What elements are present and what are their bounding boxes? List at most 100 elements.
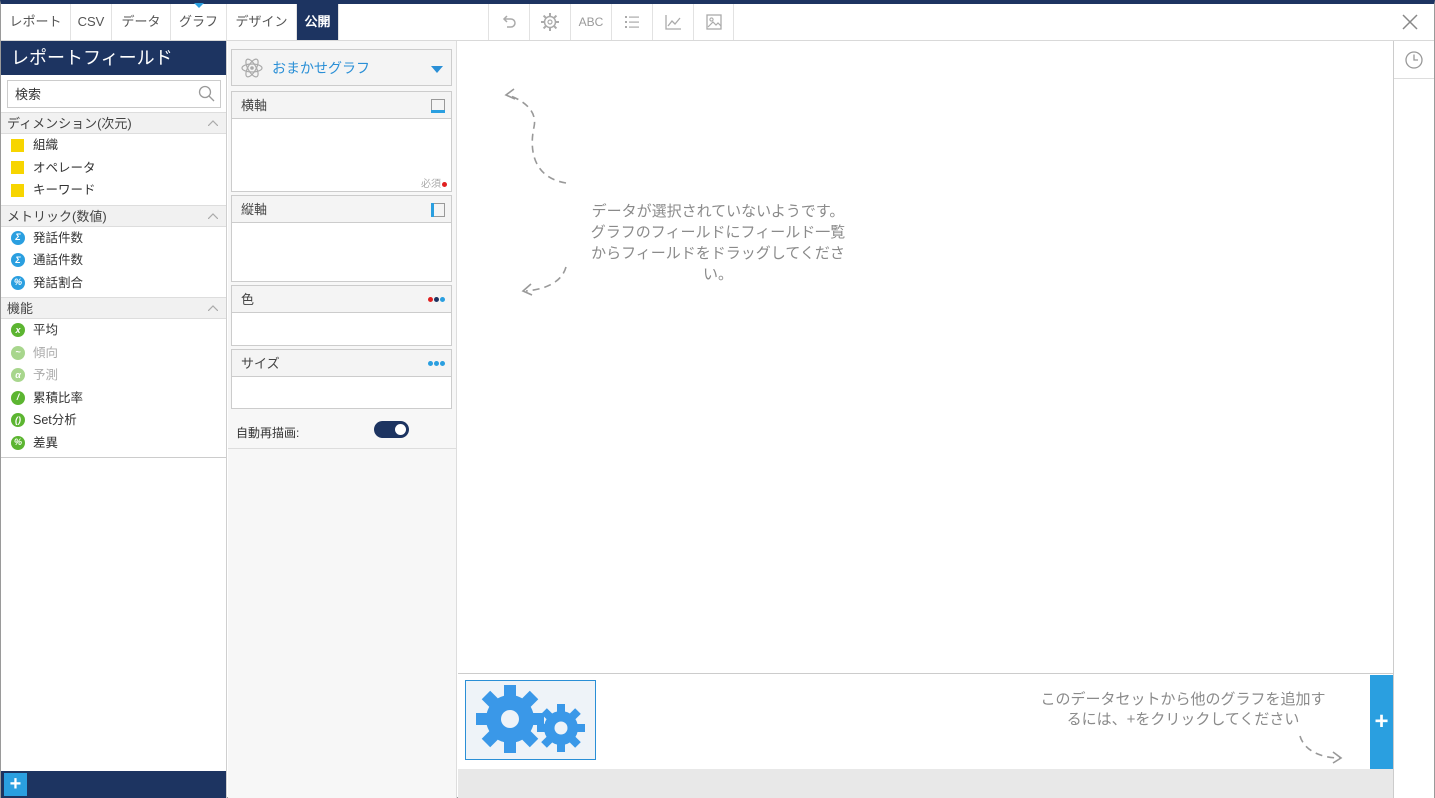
function-item[interactable]: x 平均 — [1, 319, 226, 342]
percent-icon: % — [11, 275, 25, 290]
image-button[interactable] — [693, 4, 734, 40]
undo-button[interactable] — [488, 4, 529, 40]
report-fields-panel: レポートフィールド ディメンション(次元) 組織 オペレータ キーワード メトリ… — [1, 41, 227, 798]
difference-icon: % — [11, 435, 25, 450]
gears-icon — [476, 685, 585, 753]
close-icon[interactable] — [1400, 12, 1420, 32]
field-label: 発話割合 — [33, 275, 84, 290]
tab-report[interactable]: レポート — [1, 4, 71, 40]
shelf-header: 色 — [232, 286, 451, 313]
bottom-scrollbar[interactable] — [458, 769, 1393, 798]
auto-redraw-label: 自動再描画: — [236, 426, 300, 440]
settings-button[interactable] — [529, 4, 570, 40]
empty-message-line: い。 — [702, 266, 733, 283]
gear-icon — [541, 13, 559, 31]
app-window: レポート CSV データ グラフ デザイン 公開 ABC レポートフィールド 検… — [0, 0, 1435, 798]
sum-icon: Σ — [11, 253, 25, 268]
field-label: オペレータ — [33, 160, 96, 175]
shelf-label: 横軸 — [241, 98, 268, 113]
x-axis-shelf[interactable]: 横軸 必須 — [231, 91, 452, 192]
shelf-header: 横軸 — [232, 92, 451, 119]
toggle-knob — [395, 424, 406, 435]
trend-icon: ~ — [11, 345, 25, 360]
add-field-button[interactable]: + — [4, 773, 27, 796]
tab-data[interactable]: データ — [112, 4, 171, 40]
tab-publish[interactable]: 公開 — [297, 4, 339, 40]
search-input[interactable] — [8, 81, 188, 107]
undo-icon — [502, 15, 516, 28]
labels-button[interactable]: ABC — [570, 4, 611, 40]
hint-arrow-up-icon — [504, 88, 567, 184]
shelf-label: サイズ — [241, 356, 280, 371]
add-message-line: このデータセットから他のグラフを追加す — [1040, 691, 1326, 708]
field-label: 通話件数 — [33, 253, 84, 267]
left-panel-footer: + — [1, 771, 226, 798]
hint-arrow-down-icon — [521, 266, 567, 296]
shelf-label: 縦軸 — [241, 202, 268, 217]
chart-canvas: データが選択されていないようです。 グラフのフィールドにフィールド一覧 からフィ… — [458, 41, 1393, 673]
add-graph-button[interactable]: + — [1370, 675, 1393, 769]
field-label: Set分析 — [33, 413, 77, 427]
set-analysis-icon: () — [11, 413, 25, 428]
empty-message-line: グラフのフィールドにフィールド一覧 — [590, 224, 846, 241]
field-item[interactable]: % 発話割合 — [1, 272, 226, 295]
function-item[interactable]: () Set分析 — [1, 409, 226, 432]
function-item: ~ 傾向 — [1, 342, 226, 365]
y-axis-icon — [431, 203, 445, 217]
dimensions-header[interactable]: ディメンション(次元) — [1, 112, 226, 134]
chevron-up-icon[interactable] — [208, 305, 218, 311]
tab-graph[interactable]: グラフ — [171, 4, 227, 40]
tab-csv[interactable]: CSV — [71, 4, 112, 40]
functions-header-label: 機能 — [7, 301, 34, 316]
color-shelf[interactable]: 色 — [231, 285, 452, 346]
function-item: α 予測 — [1, 364, 226, 387]
field-item[interactable]: Σ 発話件数 — [1, 227, 226, 250]
field-item[interactable]: キーワード — [1, 179, 226, 202]
legend-button[interactable] — [611, 4, 652, 40]
auto-redraw-toggle[interactable] — [374, 421, 409, 438]
active-tab-marker — [194, 3, 204, 8]
forecast-icon: α — [11, 368, 25, 383]
history-button[interactable] — [1394, 41, 1434, 79]
shelf-label: 色 — [241, 292, 255, 307]
search-icon[interactable] — [198, 85, 215, 102]
field-item[interactable]: 組織 — [1, 134, 226, 157]
color-dots-icon — [428, 297, 445, 302]
metrics-header[interactable]: メトリック(数値) — [1, 204, 226, 227]
chart-thumbnail-strip: このデータセットから他のグラフを追加す るには、+をクリックしてください + — [458, 673, 1393, 769]
divider — [1, 457, 226, 458]
auto-redraw-row: 自動再描画: — [228, 414, 457, 449]
panel-title: レポートフィールド — [1, 41, 226, 75]
chevron-up-icon[interactable] — [208, 212, 218, 219]
field-item[interactable]: Σ 通話件数 — [1, 249, 226, 272]
hint-arrow-right-icon — [1299, 735, 1343, 764]
list-icon — [625, 16, 639, 28]
size-shelf[interactable]: サイズ — [231, 349, 452, 409]
empty-message-line: データが選択されていないようです。 — [591, 203, 845, 220]
field-item[interactable]: オペレータ — [1, 157, 226, 180]
function-item[interactable]: % 差異 — [1, 432, 226, 455]
dimension-icon — [11, 183, 24, 197]
required-dot — [442, 181, 447, 187]
chart-thumbnail[interactable] — [465, 680, 596, 760]
chart-type-label: おまかせグラフ — [272, 59, 370, 76]
add-message-line: るには、+をクリックしてください — [1066, 711, 1300, 728]
atom-icon — [241, 58, 263, 77]
field-label: 差異 — [33, 435, 59, 450]
sum-icon: Σ — [11, 230, 25, 245]
empty-message-line: からフィールドをドラッグしてくださ — [591, 245, 845, 262]
chart-type-dropdown[interactable]: おまかせグラフ — [231, 49, 452, 86]
shelf-header: サイズ — [232, 350, 451, 377]
tab-design[interactable]: デザイン — [227, 4, 297, 40]
field-label: 組織 — [33, 138, 59, 152]
chevron-up-icon[interactable] — [208, 120, 218, 126]
required-label: 必須 — [421, 179, 441, 190]
functions-header[interactable]: 機能 — [1, 297, 226, 319]
empty-chart-message: データが選択されていないようです。 グラフのフィールドにフィールド一覧 からフィ… — [576, 201, 860, 285]
x-axis-icon — [431, 99, 445, 113]
dimension-icon — [11, 138, 24, 152]
axis-button[interactable] — [652, 4, 693, 40]
function-item[interactable]: / 累積比率 — [1, 387, 226, 410]
y-axis-shelf[interactable]: 縦軸 — [231, 195, 452, 282]
size-dots-icon — [428, 361, 445, 366]
